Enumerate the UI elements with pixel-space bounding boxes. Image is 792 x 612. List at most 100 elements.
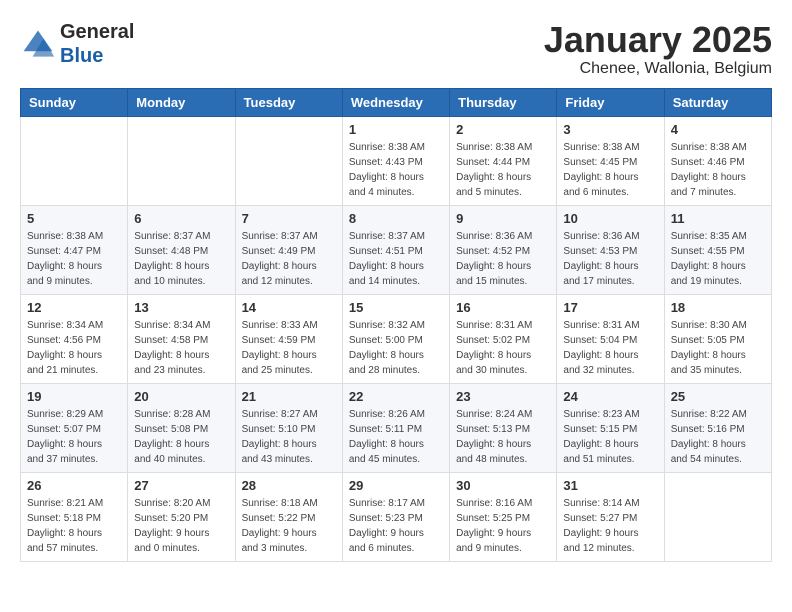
day-number: 3 [563, 122, 657, 137]
day-number: 10 [563, 211, 657, 226]
day-content: Sunrise: 8:17 AM Sunset: 5:23 PM Dayligh… [349, 496, 443, 556]
day-content: Sunrise: 8:36 AM Sunset: 4:52 PM Dayligh… [456, 229, 550, 289]
day-content: Sunrise: 8:27 AM Sunset: 5:10 PM Dayligh… [242, 407, 336, 467]
day-content: Sunrise: 8:38 AM Sunset: 4:45 PM Dayligh… [563, 140, 657, 200]
weekday-monday: Monday [128, 88, 235, 116]
calendar-day-25: 25Sunrise: 8:22 AM Sunset: 5:16 PM Dayli… [664, 383, 771, 472]
day-number: 21 [242, 389, 336, 404]
day-content: Sunrise: 8:34 AM Sunset: 4:56 PM Dayligh… [27, 318, 121, 378]
calendar-day-31: 31 Sunrise: 8:14 AM Sunset: 5:27 PM Dayli… [557, 472, 664, 561]
day-number: 31 [563, 478, 657, 493]
calendar-subtitle: Chenee, Wallonia, Belgium [544, 60, 772, 78]
calendar-day-27: 27Sunrise: 8:20 AM Sunset: 5:20 PM Dayli… [128, 472, 235, 561]
day-content: Sunrise: 8:38 AM Sunset: 4:46 PM Dayligh… [671, 140, 765, 200]
calendar-day-14: 14 Sunrise: 8:33 AM Sunset: 4:59 PM Dayli… [235, 294, 342, 383]
day-number: 4 [671, 122, 765, 137]
calendar-day-23: 23 Sunrise: 8:24 AM Sunset: 5:13 PM Dayli… [450, 383, 557, 472]
day-content: Sunrise: 8:21 AM Sunset: 5:18 PM Dayligh… [27, 496, 121, 556]
calendar-day-1: 1 Sunrise: 8:38 AM Sunset: 4:43 PM Daylig… [342, 116, 449, 205]
weekday-saturday: Saturday [664, 88, 771, 116]
title-block: January 2025 Chenee, Wallonia, Belgium [544, 20, 772, 78]
logo-text: General Blue [60, 20, 134, 68]
day-number: 30 [456, 478, 550, 493]
logo-icon [20, 26, 56, 62]
calendar-day-17: 17 Sunrise: 8:31 AM Sunset: 5:04 PM Dayli… [557, 294, 664, 383]
day-number: 18 [671, 300, 765, 315]
weekday-friday: Friday [557, 88, 664, 116]
day-number: 7 [242, 211, 336, 226]
day-content: Sunrise: 8:38 AM Sunset: 4:44 PM Dayligh… [456, 140, 550, 200]
calendar-day-21: 21 Sunrise: 8:27 AM Sunset: 5:10 PM Dayli… [235, 383, 342, 472]
empty-cell [21, 116, 128, 205]
weekday-header-row: SundayMondayTuesdayWednesdayThursdayFrid… [21, 88, 772, 116]
calendar-day-15: 15Sunrise: 8:32 AM Sunset: 5:00 PM Dayli… [342, 294, 449, 383]
calendar-week-5: 26 Sunrise: 8:21 AM Sunset: 5:18 PM Dayli… [21, 472, 772, 561]
calendar-week-4: 19Sunrise: 8:29 AM Sunset: 5:07 PM Dayli… [21, 383, 772, 472]
calendar-day-28: 28 Sunrise: 8:18 AM Sunset: 5:22 PM Dayli… [235, 472, 342, 561]
calendar-day-9: 9 Sunrise: 8:36 AM Sunset: 4:52 PM Daylig… [450, 205, 557, 294]
day-content: Sunrise: 8:36 AM Sunset: 4:53 PM Dayligh… [563, 229, 657, 289]
weekday-wednesday: Wednesday [342, 88, 449, 116]
day-number: 11 [671, 211, 765, 226]
calendar-day-24: 24 Sunrise: 8:23 AM Sunset: 5:15 PM Dayli… [557, 383, 664, 472]
empty-cell [128, 116, 235, 205]
calendar-day-26: 26 Sunrise: 8:21 AM Sunset: 5:18 PM Dayli… [21, 472, 128, 561]
calendar-day-29: 29 Sunrise: 8:17 AM Sunset: 5:23 PM Dayli… [342, 472, 449, 561]
day-content: Sunrise: 8:38 AM Sunset: 4:47 PM Dayligh… [27, 229, 121, 289]
calendar-title: January 2025 [544, 20, 772, 60]
day-number: 22 [349, 389, 443, 404]
calendar-day-30: 30 Sunrise: 8:16 AM Sunset: 5:25 PM Dayli… [450, 472, 557, 561]
day-content: Sunrise: 8:24 AM Sunset: 5:13 PM Dayligh… [456, 407, 550, 467]
day-content: Sunrise: 8:37 AM Sunset: 4:49 PM Dayligh… [242, 229, 336, 289]
calendar-day-12: 12 Sunrise: 8:34 AM Sunset: 4:56 PM Dayli… [21, 294, 128, 383]
calendar-day-22: 22 Sunrise: 8:26 AM Sunset: 5:11 PM Dayli… [342, 383, 449, 472]
calendar-day-4: 4 Sunrise: 8:38 AM Sunset: 4:46 PM Daylig… [664, 116, 771, 205]
weekday-sunday: Sunday [21, 88, 128, 116]
calendar-day-2: 2 Sunrise: 8:38 AM Sunset: 4:44 PM Daylig… [450, 116, 557, 205]
day-number: 9 [456, 211, 550, 226]
day-number: 1 [349, 122, 443, 137]
empty-cell [664, 472, 771, 561]
calendar-day-13: 13Sunrise: 8:34 AM Sunset: 4:58 PM Dayli… [128, 294, 235, 383]
day-number: 23 [456, 389, 550, 404]
day-number: 16 [456, 300, 550, 315]
calendar-day-19: 19Sunrise: 8:29 AM Sunset: 5:07 PM Dayli… [21, 383, 128, 472]
day-content: Sunrise: 8:31 AM Sunset: 5:04 PM Dayligh… [563, 318, 657, 378]
day-number: 24 [563, 389, 657, 404]
day-content: Sunrise: 8:26 AM Sunset: 5:11 PM Dayligh… [349, 407, 443, 467]
day-number: 20 [134, 389, 228, 404]
calendar-day-6: 6 Sunrise: 8:37 AM Sunset: 4:48 PM Daylig… [128, 205, 235, 294]
calendar-day-11: 11 Sunrise: 8:35 AM Sunset: 4:55 PM Dayli… [664, 205, 771, 294]
day-number: 17 [563, 300, 657, 315]
day-content: Sunrise: 8:18 AM Sunset: 5:22 PM Dayligh… [242, 496, 336, 556]
day-number: 29 [349, 478, 443, 493]
day-content: Sunrise: 8:37 AM Sunset: 4:48 PM Dayligh… [134, 229, 228, 289]
day-number: 28 [242, 478, 336, 493]
day-number: 12 [27, 300, 121, 315]
calendar-day-10: 10 Sunrise: 8:36 AM Sunset: 4:53 PM Dayli… [557, 205, 664, 294]
day-number: 2 [456, 122, 550, 137]
day-number: 14 [242, 300, 336, 315]
day-content: Sunrise: 8:31 AM Sunset: 5:02 PM Dayligh… [456, 318, 550, 378]
day-content: Sunrise: 8:23 AM Sunset: 5:15 PM Dayligh… [563, 407, 657, 467]
day-number: 6 [134, 211, 228, 226]
calendar-day-20: 20Sunrise: 8:28 AM Sunset: 5:08 PM Dayli… [128, 383, 235, 472]
calendar-day-3: 3 Sunrise: 8:38 AM Sunset: 4:45 PM Daylig… [557, 116, 664, 205]
empty-cell [235, 116, 342, 205]
day-number: 5 [27, 211, 121, 226]
calendar-day-5: 5 Sunrise: 8:38 AM Sunset: 4:47 PM Daylig… [21, 205, 128, 294]
day-content: Sunrise: 8:30 AM Sunset: 5:05 PM Dayligh… [671, 318, 765, 378]
day-content: Sunrise: 8:33 AM Sunset: 4:59 PM Dayligh… [242, 318, 336, 378]
calendar-table: SundayMondayTuesdayWednesdayThursdayFrid… [20, 88, 772, 562]
calendar-day-18: 18 Sunrise: 8:30 AM Sunset: 5:05 PM Dayli… [664, 294, 771, 383]
day-content: Sunrise: 8:16 AM Sunset: 5:25 PM Dayligh… [456, 496, 550, 556]
day-content: Sunrise: 8:35 AM Sunset: 4:55 PM Dayligh… [671, 229, 765, 289]
day-number: 27 [134, 478, 228, 493]
day-content: Sunrise: 8:34 AM Sunset: 4:58 PM Dayligh… [134, 318, 228, 378]
day-number: 26 [27, 478, 121, 493]
day-content: Sunrise: 8:14 AM Sunset: 5:27 PM Dayligh… [563, 496, 657, 556]
day-content: Sunrise: 8:38 AM Sunset: 4:43 PM Dayligh… [349, 140, 443, 200]
day-number: 15 [349, 300, 443, 315]
day-content: Sunrise: 8:22 AM Sunset: 5:16 PM Dayligh… [671, 407, 765, 467]
calendar-week-3: 12 Sunrise: 8:34 AM Sunset: 4:56 PM Dayli… [21, 294, 772, 383]
